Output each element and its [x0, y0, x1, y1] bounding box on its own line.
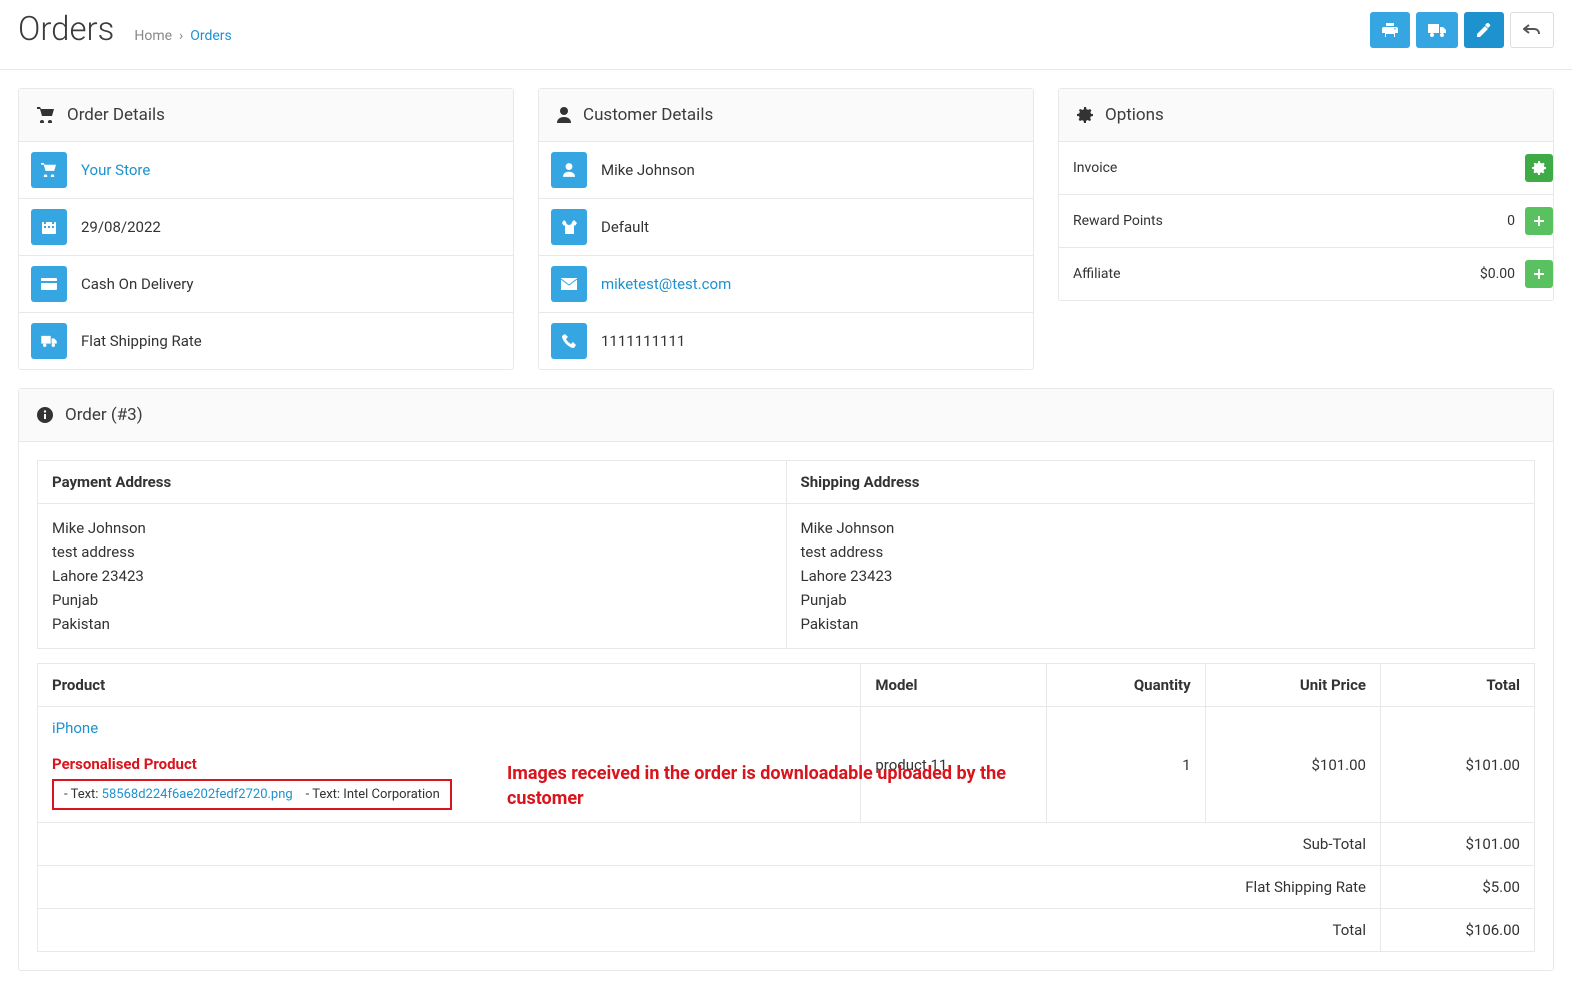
store-link[interactable]: Your Store: [81, 161, 150, 179]
info-icon: [37, 407, 53, 423]
invoice-label: Invoice: [1073, 160, 1117, 176]
truck-icon: [1428, 23, 1446, 37]
personalised-options-box: - Text: 58568d224f6ae202fedf2720.png - T…: [52, 779, 452, 810]
payment-method: Cash On Delivery: [81, 275, 194, 293]
options-panel: Options Invoice Reward Points: [1058, 88, 1554, 301]
payment-address-name: Mike Johnson: [52, 516, 772, 540]
user-icon-badge: [551, 152, 587, 188]
generate-invoice-button[interactable]: [1525, 154, 1553, 182]
uploaded-file-link[interactable]: 58568d224f6ae202fedf2720.png: [102, 787, 293, 802]
product-total: $101.00: [1381, 707, 1535, 823]
printer-icon: [1382, 22, 1398, 38]
product-unit-price: $101.00: [1205, 707, 1380, 823]
user-icon: [557, 107, 571, 123]
order-date: 29/08/2022: [81, 218, 161, 236]
grand-total-row: Total $106.00: [38, 909, 1535, 952]
shipping-address-city: Lahore 23423: [801, 564, 1521, 588]
cart-icon-badge: [31, 152, 67, 188]
col-total: Total: [1381, 664, 1535, 707]
shipping-address-country: Pakistan: [801, 612, 1521, 636]
add-affiliate-button[interactable]: [1525, 260, 1553, 288]
shipping-total-label: Flat Shipping Rate: [38, 866, 1381, 909]
shipping-total-value: $5.00: [1381, 866, 1535, 909]
envelope-icon: [561, 278, 577, 290]
subtotal-label: Sub-Total: [38, 823, 1381, 866]
customer-phone: 1111111111: [601, 332, 685, 350]
table-row: Mike Johnson test address Lahore 23423 P…: [38, 504, 1535, 649]
subtotal-value: $101.00: [1381, 823, 1535, 866]
plus-icon: [1533, 215, 1545, 227]
reward-label: Reward Points: [1073, 213, 1163, 229]
order-details-panel: Order Details Your Store 29/08/2022: [18, 88, 514, 370]
calendar-icon: [42, 220, 56, 234]
subtotal-row: Sub-Total $101.00: [38, 823, 1535, 866]
customer-details-panel: Customer Details Mike Johnson Default: [538, 88, 1034, 370]
customer-email[interactable]: miketest@test.com: [601, 275, 731, 293]
affiliate-value: $0.00: [1480, 266, 1515, 282]
col-model: Model: [861, 664, 1047, 707]
plus-icon: [1533, 268, 1545, 280]
calendar-icon-badge: [31, 209, 67, 245]
breadcrumb-home[interactable]: Home: [134, 28, 172, 44]
phone-icon-badge: [551, 323, 587, 359]
annotation-text: Images received in the order is download…: [507, 761, 1067, 811]
options-heading: Options: [1105, 105, 1164, 125]
payment-address-region: Punjab: [52, 588, 772, 612]
shipping-address-region: Punjab: [801, 588, 1521, 612]
tshirt-icon: [561, 220, 577, 234]
truck-icon: [40, 335, 58, 347]
back-button[interactable]: [1510, 12, 1554, 48]
customer-name: Mike Johnson: [601, 161, 695, 179]
reply-icon: [1523, 23, 1541, 37]
shipping-address-header: Shipping Address: [786, 461, 1535, 504]
credit-card-icon: [41, 278, 57, 290]
truck-icon-badge: [31, 323, 67, 359]
customer-group: Default: [601, 218, 649, 236]
grand-total-label: Total: [38, 909, 1381, 952]
address-table: Payment Address Shipping Address Mike Jo…: [37, 460, 1535, 649]
product-name-link[interactable]: iPhone: [52, 719, 98, 737]
col-product: Product: [38, 664, 861, 707]
shipping-address-name: Mike Johnson: [801, 516, 1521, 540]
opt2-value: Intel Corporation: [343, 787, 439, 802]
pencil-icon: [1477, 23, 1491, 37]
group-icon-badge: [551, 209, 587, 245]
payment-address-header: Payment Address: [38, 461, 787, 504]
print-shipping-button[interactable]: [1416, 12, 1458, 48]
add-reward-button[interactable]: [1525, 207, 1553, 235]
page-title: Orders: [18, 10, 114, 49]
col-quantity: Quantity: [1047, 664, 1205, 707]
shipping-address-street: test address: [801, 540, 1521, 564]
gear-icon: [1532, 161, 1546, 175]
edit-button[interactable]: [1464, 12, 1504, 48]
print-invoice-button[interactable]: [1370, 12, 1410, 48]
affiliate-label: Affiliate: [1073, 266, 1121, 282]
opt1-label: - Text:: [64, 787, 102, 802]
card-icon-badge: [31, 266, 67, 302]
order-details-heading: Order Details: [67, 105, 165, 125]
customer-details-heading: Customer Details: [583, 105, 713, 125]
order-panel: Order (#3) Payment Address Shipping Addr…: [18, 388, 1554, 971]
payment-address-country: Pakistan: [52, 612, 772, 636]
grand-total-value: $106.00: [1381, 909, 1535, 952]
gear-icon: [1077, 107, 1093, 123]
breadcrumb-orders[interactable]: Orders: [190, 28, 232, 44]
breadcrumb: Home › Orders: [134, 28, 231, 44]
order-panel-heading: Order (#3): [65, 405, 143, 425]
shipping-total-row: Flat Shipping Rate $5.00: [38, 866, 1535, 909]
email-icon-badge: [551, 266, 587, 302]
opt2-label: - Text:: [306, 787, 344, 802]
phone-icon: [562, 334, 576, 348]
reward-value: 0: [1507, 213, 1515, 229]
col-unit-price: Unit Price: [1205, 664, 1380, 707]
breadcrumb-sep: ›: [179, 28, 183, 44]
shipping-method: Flat Shipping Rate: [81, 332, 202, 350]
product-qty: 1: [1047, 707, 1205, 823]
cart-icon: [37, 107, 55, 123]
payment-address-street: test address: [52, 540, 772, 564]
payment-address-city: Lahore 23423: [52, 564, 772, 588]
